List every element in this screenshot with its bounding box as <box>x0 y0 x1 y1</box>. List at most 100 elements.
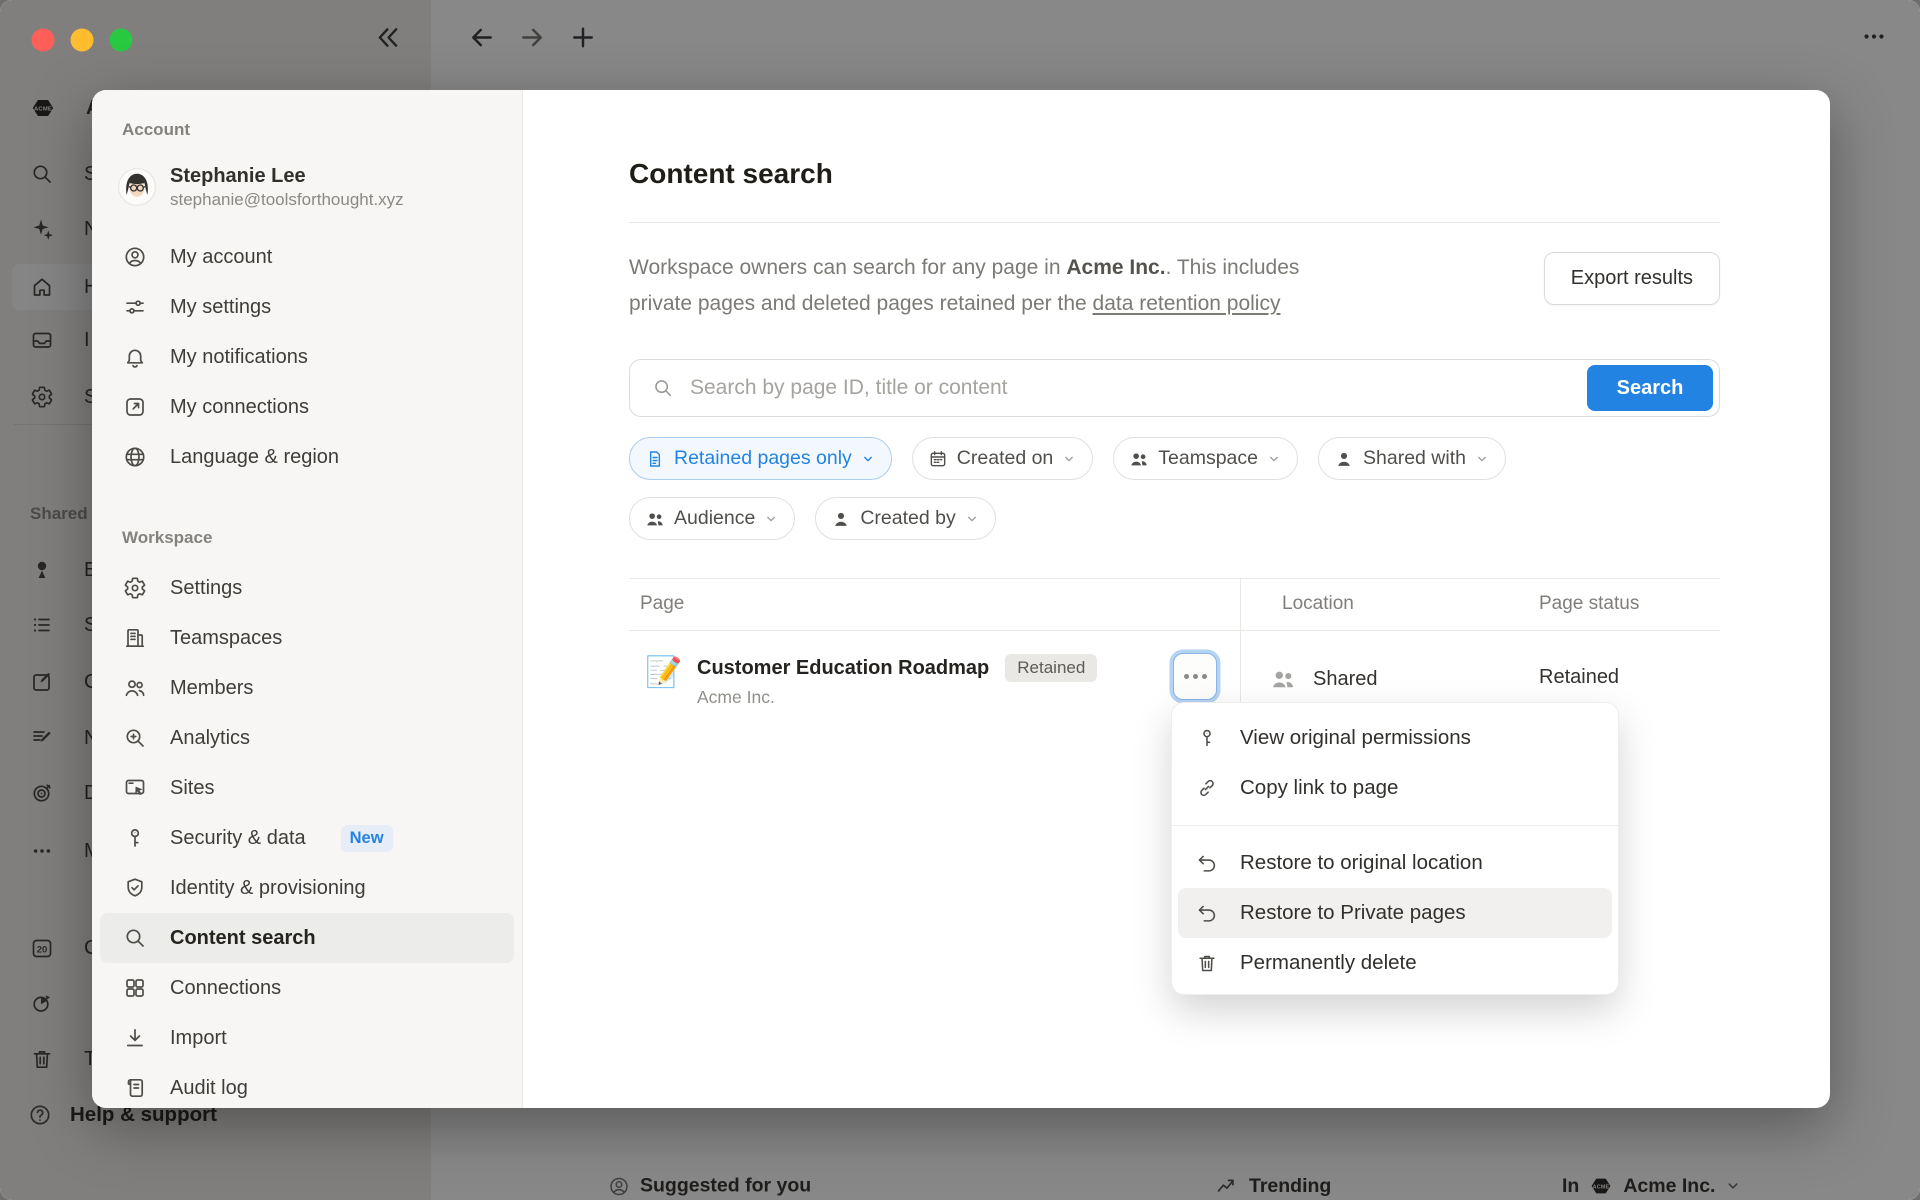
nav-item-my-settings[interactable]: My settings <box>100 282 514 332</box>
nav-item-connections[interactable]: Connections <box>100 963 514 1013</box>
row-context-menu: View original permissions Copy link to p… <box>1172 703 1618 994</box>
nav-item-settings[interactable]: Settings <box>100 563 514 613</box>
search-icon <box>123 926 147 950</box>
workspace-section-label: Workspace <box>92 524 522 552</box>
calendar-icon <box>928 449 948 469</box>
nav-item-my-connections[interactable]: My connections <box>100 382 514 432</box>
nav-item-audit-log[interactable]: Audit log <box>100 1063 514 1108</box>
filter-chip-teamspace[interactable]: Teamspace <box>1113 437 1298 480</box>
chevron-down-icon <box>1475 452 1489 466</box>
data-retention-policy-link[interactable]: data retention policy <box>1093 292 1281 315</box>
zoom-window-button[interactable] <box>110 29 133 52</box>
globe-icon <box>123 445 147 469</box>
nav-item-members[interactable]: Members <box>100 663 514 713</box>
account-user-row[interactable]: Stephanie Lee stephanie@toolsforthought.… <box>100 148 514 218</box>
key-icon <box>1196 727 1218 749</box>
nav-item-my-account[interactable]: My account <box>100 232 514 282</box>
external-link-icon <box>123 395 147 419</box>
page-status-cell: Retained <box>1539 666 1619 689</box>
menu-divider <box>1172 825 1618 826</box>
nav-item-my-notifications[interactable]: My notifications <box>100 332 514 382</box>
settings-modal: Account Stephanie Lee stephanie@toolsfor… <box>92 90 1830 1108</box>
menu-item-permanently-delete[interactable]: Permanently delete <box>1172 938 1618 988</box>
people-icon <box>645 509 665 529</box>
close-window-button[interactable] <box>32 29 55 52</box>
menu-item-restore-to-private-pages[interactable]: Restore to Private pages <box>1178 888 1612 938</box>
export-results-button[interactable]: Export results <box>1544 252 1720 305</box>
page-emoji-icon: 📝 <box>645 656 682 690</box>
chevron-down-icon <box>1062 452 1076 466</box>
people-icon <box>1129 449 1149 469</box>
page-workspace: Acme Inc. <box>697 687 1097 708</box>
scroll-icon <box>123 1076 147 1100</box>
account-section-label: Account <box>92 116 522 144</box>
page-title: Content search <box>629 157 1720 191</box>
user-email: stephanie@toolsforthought.xyz <box>170 189 404 211</box>
workspace-name: Acme Inc. <box>1066 256 1165 279</box>
avatar <box>118 168 156 206</box>
row-more-button[interactable] <box>1173 653 1217 700</box>
menu-item-copy-link-to-page[interactable]: Copy link to page <box>1172 763 1618 813</box>
gear-icon <box>123 576 147 600</box>
minimize-window-button[interactable] <box>71 29 94 52</box>
filter-row-2: Audience Created by <box>629 497 1720 540</box>
column-header-page: Page <box>640 593 684 615</box>
filter-chip-audience[interactable]: Audience <box>629 497 795 540</box>
retained-badge: Retained <box>1005 654 1097 682</box>
location-cell: Shared <box>1270 666 1378 692</box>
person-icon <box>831 509 851 529</box>
app-window: ACME A S N H I S Shared E S C N D M 20C … <box>0 0 1920 1200</box>
nav-item-identity-provisioning[interactable]: Identity & provisioning <box>100 863 514 913</box>
undo-icon <box>1196 852 1218 874</box>
search-input[interactable] <box>688 375 1587 401</box>
page-title-cell[interactable]: Customer Education Roadmap <box>697 655 989 681</box>
filter-chip-shared-with[interactable]: Shared with <box>1318 437 1506 480</box>
chevron-down-icon <box>965 512 979 526</box>
content-search-page: Content search Workspace owners can sear… <box>629 90 1720 718</box>
filter-chip-created-by[interactable]: Created by <box>815 497 995 540</box>
column-header-page-status: Page status <box>1539 593 1639 615</box>
filter-row-1: Retained pages only Created on Teamspace… <box>629 437 1720 480</box>
search-icon <box>652 377 674 399</box>
title-divider <box>629 222 1720 223</box>
user-name: Stephanie Lee <box>170 163 404 189</box>
column-header-location: Location <box>1282 593 1354 615</box>
trash-icon <box>1196 952 1218 974</box>
people-icon <box>123 676 147 700</box>
undo-icon <box>1196 902 1218 924</box>
browser-cursor-icon <box>123 776 147 800</box>
nav-item-analytics[interactable]: Analytics <box>100 713 514 763</box>
new-badge: New <box>341 825 393 852</box>
nav-item-sites[interactable]: Sites <box>100 763 514 813</box>
link-icon <box>1196 777 1218 799</box>
nav-item-language-region[interactable]: Language & region <box>100 432 514 482</box>
chevron-down-icon <box>1267 452 1281 466</box>
nav-item-content-search[interactable]: Content search <box>100 913 514 963</box>
chevron-down-icon <box>764 512 778 526</box>
file-text-icon <box>645 449 665 469</box>
menu-item-view-original-permissions[interactable]: View original permissions <box>1172 713 1618 763</box>
person-circle-icon <box>123 245 147 269</box>
page-description: Workspace owners can search for any page… <box>629 250 1509 322</box>
results-table: Page Location Page status 📝 Customer Edu… <box>629 578 1720 718</box>
grid-icon <box>123 976 147 1000</box>
content-search-bar: Search <box>629 359 1720 417</box>
people-icon <box>1270 666 1296 692</box>
magnifier-plus-icon <box>123 726 147 750</box>
sliders-icon <box>123 295 147 319</box>
settings-nav: Account Stephanie Lee stephanie@toolsfor… <box>92 90 523 1108</box>
table-header: Page Location Page status <box>629 578 1720 630</box>
menu-item-restore-to-original-location[interactable]: Restore to original location <box>1172 838 1618 888</box>
filter-chip-created-on[interactable]: Created on <box>912 437 1093 480</box>
key-icon <box>123 826 147 850</box>
search-button[interactable]: Search <box>1587 365 1713 411</box>
filter-chip-retained-pages-only[interactable]: Retained pages only <box>629 437 892 480</box>
shield-check-icon <box>123 876 147 900</box>
nav-item-security-data[interactable]: Security & dataNew <box>100 813 514 863</box>
bell-icon <box>123 345 147 369</box>
person-icon <box>1334 449 1354 469</box>
nav-item-teamspaces[interactable]: Teamspaces <box>100 613 514 663</box>
building-icon <box>123 626 147 650</box>
nav-item-import[interactable]: Import <box>100 1013 514 1063</box>
chevron-down-icon <box>861 452 875 466</box>
